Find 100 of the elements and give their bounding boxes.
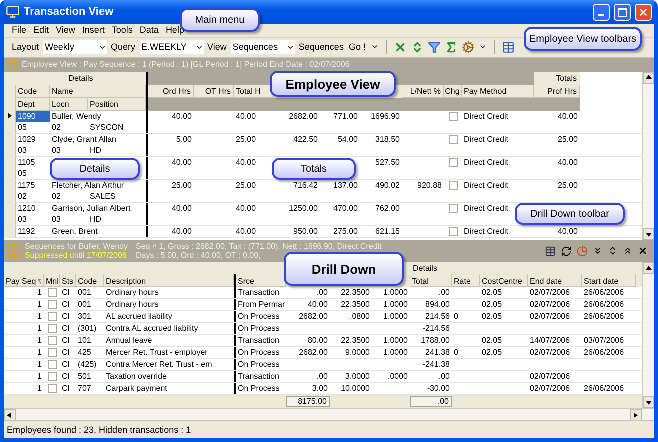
table-cell-text: Direct Credit — [463, 180, 510, 191]
gear-icon[interactable] — [462, 40, 475, 54]
table-cell[interactable]: 1105 — [16, 156, 50, 168]
table-cell-text: 02.05 — [481, 299, 504, 310]
table-cell[interactable]: 1210 — [16, 202, 50, 214]
table-cell-text: 1 — [36, 287, 43, 298]
column-header[interactable]: Pay Method — [462, 84, 534, 98]
table-cell-text: 26/06/2006 — [583, 299, 626, 310]
column-header[interactable]: Mnl — [44, 274, 60, 288]
table-cell-text: Contra Mercer Ret. Trust - em — [105, 359, 214, 370]
table-cell-text: HD — [89, 144, 103, 156]
column-header[interactable]: L/Nett % — [402, 84, 444, 98]
expand-down-icon[interactable] — [593, 246, 603, 256]
column-header[interactable]: Total — [410, 274, 452, 288]
checkbox[interactable] — [48, 336, 56, 346]
column-header[interactable]: Name — [50, 84, 146, 98]
grid-icon[interactable] — [502, 40, 515, 54]
dropdown-field[interactable]: Weekly — [43, 40, 108, 54]
table-cell-text: 3.00 — [311, 383, 329, 394]
column-header[interactable]: Description — [104, 274, 234, 288]
menu-item[interactable]: Tools — [112, 25, 133, 36]
table-cell-text: 02.05 — [481, 287, 504, 298]
table-cell[interactable]: 1192 — [16, 226, 50, 237]
menu-item[interactable]: Edit — [34, 25, 50, 36]
table-cell[interactable]: 1090 — [16, 110, 50, 122]
column-header[interactable]: Ord Hrs — [148, 84, 194, 98]
column-header[interactable]: Chg — [444, 84, 462, 98]
table-cell-text: 02.05 — [481, 311, 504, 322]
column-header[interactable]: Position — [88, 98, 146, 111]
table-cell-text: 25.00 — [235, 180, 258, 191]
table-cell-text: 03 — [51, 214, 62, 225]
total-cell: .00 — [410, 396, 452, 408]
table-cell[interactable]: 1175 — [16, 180, 50, 191]
checkbox[interactable] — [48, 312, 56, 322]
column-header[interactable]: Dept — [16, 98, 50, 111]
table-cell[interactable]: 1029 — [16, 134, 50, 145]
checkbox[interactable] — [48, 300, 56, 310]
collapse-up-icon[interactable] — [623, 246, 633, 256]
column-header[interactable]: Locn — [50, 98, 88, 111]
checkbox[interactable] — [48, 324, 56, 334]
checkbox[interactable] — [48, 360, 56, 370]
checkbox[interactable] — [48, 348, 56, 358]
table-cell-text: -241.38 — [422, 359, 451, 370]
checkbox[interactable] — [48, 288, 56, 298]
maximize-button[interactable] — [614, 4, 631, 20]
refresh-icon[interactable] — [561, 246, 572, 257]
filter-icon[interactable] — [428, 40, 441, 54]
dropdown-field[interactable]: E.WEEKLY — [140, 40, 204, 54]
column-header[interactable]: Sts — [60, 274, 76, 288]
row-header[interactable] — [4, 110, 16, 133]
table-cell-text: 02/07/2006 — [529, 347, 572, 358]
vertical-scrollbar[interactable] — [642, 262, 654, 408]
table-cell-text: 1250.00 — [288, 202, 319, 214]
table-cell-text: 490.02 — [374, 180, 401, 191]
checkbox[interactable] — [448, 180, 458, 190]
checkbox[interactable] — [448, 134, 458, 144]
dropdown-field[interactable]: Sequences — [230, 40, 295, 54]
checkbox[interactable] — [48, 384, 56, 394]
checkbox[interactable] — [448, 112, 458, 121]
table-cell-text: 1 — [36, 311, 43, 322]
up-down-icon[interactable] — [608, 246, 618, 256]
sum-icon[interactable] — [444, 40, 458, 54]
menu-item[interactable]: Data — [140, 25, 159, 36]
table-cell-text: Cl — [61, 311, 71, 322]
column-header[interactable]: Code — [16, 84, 50, 98]
grid-icon[interactable] — [545, 246, 556, 257]
cross-icon[interactable] — [394, 40, 407, 54]
checkbox[interactable] — [48, 372, 56, 382]
menu-item[interactable]: File — [12, 25, 27, 36]
horizontal-scrollbar[interactable] — [4, 408, 654, 420]
menu-item[interactable]: Insert — [82, 25, 105, 36]
column-header[interactable]: Pay Seq — [4, 274, 44, 288]
table-cell-text: Annual leave — [105, 335, 154, 346]
close-icon[interactable] — [638, 246, 648, 256]
field-label: Query — [111, 42, 136, 52]
table-cell-text: 301 — [77, 311, 92, 322]
column-header[interactable]: End date — [528, 274, 582, 288]
column-header[interactable]: Rate — [452, 274, 480, 288]
field-label: Layout — [12, 42, 40, 52]
chart-icon[interactable] — [577, 246, 588, 257]
go-button[interactable]: Go ! — [348, 42, 367, 52]
table-cell-text: 02/07/2006 — [529, 383, 572, 394]
table-cell-text: 02 — [51, 190, 62, 202]
close-button[interactable] — [635, 4, 652, 20]
column-header[interactable]: Code — [76, 274, 104, 288]
vertical-scrollbar[interactable] — [642, 72, 654, 240]
column-header[interactable]: Prof Hrs — [534, 84, 580, 98]
table-cell-text: Transaction — [237, 287, 280, 298]
column-header[interactable]: CostCentre — [480, 274, 528, 288]
menu-item[interactable]: View — [56, 25, 76, 36]
checkbox[interactable] — [448, 158, 458, 167]
table-cell-text: 894.00 — [424, 299, 451, 310]
table-cell-text: AL accrued liability — [105, 311, 174, 322]
checkbox[interactable] — [448, 226, 458, 236]
table-cell-text: 03 — [51, 144, 62, 156]
column-header[interactable]: OT Hrs — [194, 84, 234, 98]
column-header[interactable]: Start date — [582, 274, 636, 288]
table-cell-text: 1.0000 — [382, 299, 409, 310]
minimize-button[interactable] — [593, 4, 610, 20]
checkbox[interactable] — [448, 204, 458, 213]
